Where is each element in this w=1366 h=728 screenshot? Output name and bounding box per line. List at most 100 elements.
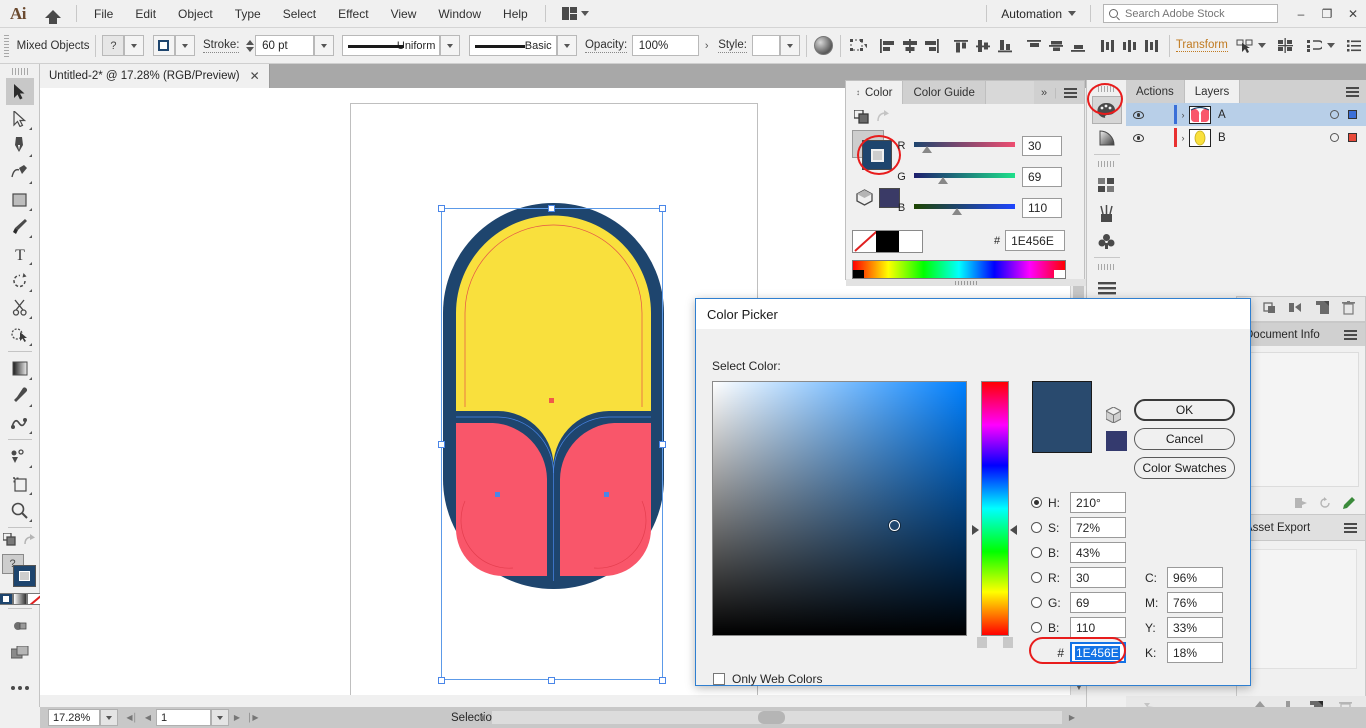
tab-color[interactable]: ↕ Color: [846, 81, 904, 104]
out-of-gamut-cube-icon[interactable]: [1104, 406, 1123, 426]
horizontal-scroll-thumb[interactable]: [758, 711, 785, 724]
value-h[interactable]: 210°: [1070, 492, 1126, 513]
stroke-swatch-indicator[interactable]: [12, 565, 36, 587]
fill-swatch[interactable]: ?: [102, 35, 125, 56]
menu-view[interactable]: View: [380, 3, 428, 25]
align-to-selection-icon[interactable]: [847, 35, 869, 57]
menu-window[interactable]: Window: [427, 3, 492, 25]
color-spectrum-ramp[interactable]: [852, 260, 1066, 279]
saturation-brightness-field[interactable]: [712, 381, 967, 636]
hex-value[interactable]: 1E456E: [1005, 230, 1066, 251]
only-web-colors-checkbox[interactable]: [713, 673, 725, 685]
align-left-icon[interactable]: [877, 35, 899, 57]
refresh-icon[interactable]: [1319, 496, 1331, 512]
anchor-point-right[interactable]: [604, 492, 609, 497]
visibility-toggle-icon[interactable]: [1126, 110, 1150, 119]
graphic-style-swatch[interactable]: [751, 35, 780, 56]
value-k[interactable]: 18%: [1167, 642, 1223, 663]
selection-handle-mr[interactable]: [659, 441, 666, 448]
quick-swatches[interactable]: [852, 230, 923, 253]
symbol-sprayer-tool[interactable]: [6, 443, 34, 470]
zoom-tool[interactable]: [6, 497, 34, 524]
restore-button[interactable]: ❐: [1314, 1, 1340, 27]
fill-color-control[interactable]: ?: [102, 35, 145, 56]
curvature-tool[interactable]: [6, 159, 34, 186]
last-artboard-button[interactable]: │▶: [245, 709, 261, 726]
selection-handle-bl[interactable]: [438, 677, 445, 684]
stroke-profile-control[interactable]: Uniform: [342, 35, 461, 56]
fill-stroke-indicator[interactable]: ?: [1, 554, 38, 590]
artboard-number[interactable]: 1: [156, 709, 211, 726]
drawing-modes-icon[interactable]: [856, 189, 873, 209]
menu-effect[interactable]: Effect: [327, 3, 379, 25]
arrange-documents-icon[interactable]: [556, 4, 595, 23]
home-icon[interactable]: [36, 0, 70, 28]
swap-fill-stroke-icon[interactable]: [2, 532, 18, 550]
radio-brightness[interactable]: [1031, 547, 1042, 558]
paintbrush-tool[interactable]: [6, 213, 34, 240]
change-screen-mode-icon[interactable]: [6, 639, 34, 666]
symbols-panel-icon[interactable]: [1092, 227, 1122, 255]
locate-object-icon[interactable]: [1289, 301, 1303, 317]
swatches-panel-icon[interactable]: [1092, 171, 1122, 199]
brush-definition-dropdown[interactable]: [556, 35, 577, 56]
selection-indicator[interactable]: [1348, 110, 1357, 119]
radio-h[interactable]: [1031, 497, 1042, 508]
tab-color-guide[interactable]: Color Guide: [903, 81, 986, 104]
blend-tool[interactable]: [6, 409, 34, 436]
chevron-down-icon[interactable]: [1258, 43, 1267, 48]
disclosure-triangle-icon[interactable]: ›: [1177, 133, 1189, 143]
hue-slider[interactable]: [981, 381, 1009, 636]
value-brightness[interactable]: 43%: [1070, 542, 1126, 563]
expand-panel-icon[interactable]: »: [1041, 87, 1047, 99]
none-swatch[interactable]: [853, 231, 876, 252]
artboard-navigation[interactable]: 1: [156, 709, 229, 726]
value-m[interactable]: 76%: [1167, 592, 1223, 613]
stroke-weight-stepper[interactable]: [245, 35, 255, 56]
white-swatch[interactable]: [899, 231, 922, 252]
slider-track-b[interactable]: [914, 202, 1015, 215]
next-artboard-button[interactable]: ▶: [229, 709, 245, 726]
select-similar-objects-icon[interactable]: [1234, 35, 1256, 57]
new-layer-icon[interactable]: [1316, 301, 1329, 317]
none-icon[interactable]: [26, 593, 41, 605]
document-tab[interactable]: Untitled-2* @ 17.28% (RGB/Preview) ✕: [40, 64, 270, 88]
stroke-swatch[interactable]: [152, 35, 175, 56]
stroke-weight-dropdown[interactable]: [314, 35, 335, 56]
tab-layers[interactable]: Layers: [1184, 80, 1241, 103]
control-bar-grip[interactable]: [4, 34, 9, 57]
cancel-button[interactable]: Cancel: [1134, 428, 1235, 450]
opacity-value[interactable]: 100%: [631, 35, 699, 56]
menu-file[interactable]: File: [83, 3, 124, 25]
stroke-weight-value[interactable]: 60 pt: [255, 35, 315, 56]
distribute-horizontal-right-icon[interactable]: [1141, 35, 1163, 57]
close-button[interactable]: ✕: [1340, 1, 1366, 27]
table-row[interactable]: › B: [1126, 126, 1366, 149]
align-bottom-icon[interactable]: [994, 35, 1016, 57]
rectangle-tool[interactable]: [6, 186, 34, 213]
shape-builder-tool[interactable]: [6, 321, 34, 348]
radio-s[interactable]: [1031, 522, 1042, 533]
menu-edit[interactable]: Edit: [124, 3, 167, 25]
menu-select[interactable]: Select: [272, 3, 327, 25]
layer-name[interactable]: B: [1218, 132, 1226, 144]
channel-value-r[interactable]: 30: [1022, 136, 1062, 156]
align-vertical-center-icon[interactable]: [972, 35, 994, 57]
opacity-options-button[interactable]: ›: [699, 35, 715, 56]
dialog-hex-input[interactable]: 1E456E: [1070, 642, 1126, 663]
align-top-icon[interactable]: [950, 35, 972, 57]
panel-resize-grip[interactable]: [846, 279, 1086, 286]
edit-icon[interactable]: [1343, 496, 1355, 512]
slider-track-r[interactable]: [914, 140, 1015, 153]
color-icon[interactable]: [0, 593, 13, 605]
dock-grip[interactable]: [1097, 161, 1116, 167]
style-label[interactable]: Style:: [718, 39, 747, 53]
zoom-control[interactable]: 17.28%: [48, 709, 118, 726]
recolor-artwork-icon[interactable]: [812, 35, 834, 57]
ok-button[interactable]: OK: [1134, 399, 1235, 421]
rotate-tool[interactable]: [6, 267, 34, 294]
eyedropper-tool[interactable]: [6, 382, 34, 409]
distribute-horizontal-left-icon[interactable]: [1097, 35, 1119, 57]
document-setup-options-icon[interactable]: [1344, 35, 1366, 57]
value-c[interactable]: 96%: [1167, 567, 1223, 588]
